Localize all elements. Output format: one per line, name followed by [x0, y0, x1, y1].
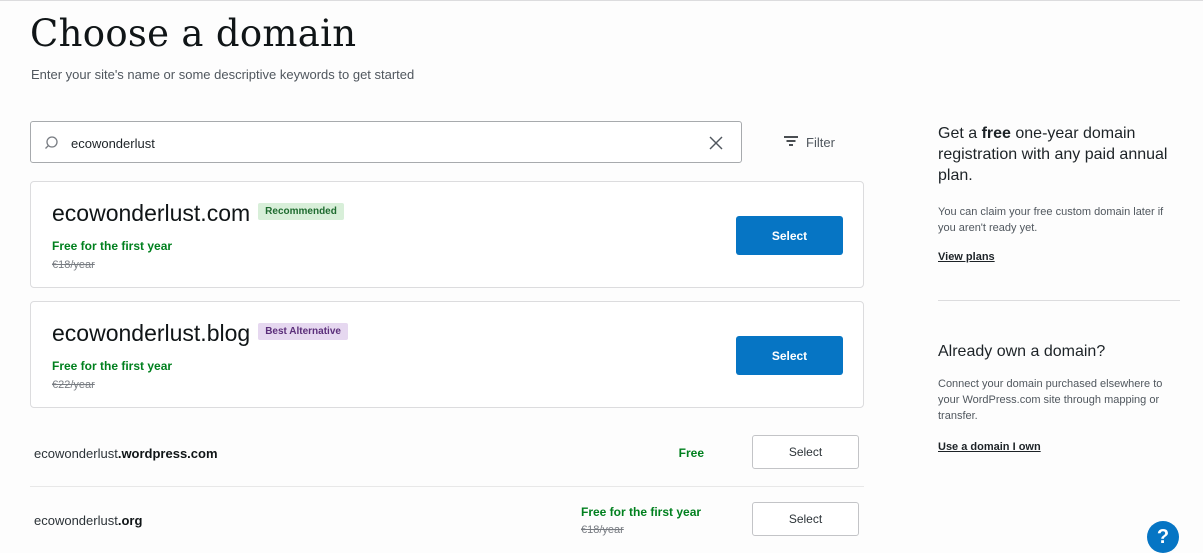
select-button[interactable]: Select: [736, 216, 843, 255]
domain-search-box: [30, 121, 742, 163]
domain-search-input[interactable]: [71, 132, 691, 154]
filter-icon: [783, 135, 799, 150]
old-price: €18/year: [52, 259, 95, 271]
domain-name: ecowonderlust.wordpress.com: [34, 446, 218, 461]
promo-heading-part: Get a: [938, 125, 982, 142]
domain-name: ecowonderlust.blog Best Alternative: [52, 320, 348, 347]
price-note: Free for the first year: [52, 359, 173, 373]
use-own-domain-link[interactable]: Use a domain I own: [938, 441, 1041, 453]
filter-label: Filter: [806, 134, 835, 150]
domain-result-row: ecowonderlust.org Free for the first yea…: [30, 487, 864, 553]
domain-base: ecowonderlust: [34, 513, 118, 528]
clear-search-icon[interactable]: [707, 134, 725, 152]
domain-tld: .org: [117, 513, 143, 528]
best-alternative-badge: Best Alternative: [258, 323, 348, 341]
select-button[interactable]: Select: [752, 502, 859, 536]
select-button[interactable]: Select: [736, 336, 843, 375]
price-note: Free for the first year: [52, 239, 173, 253]
domain-result-row: ecowonderlust.wordpress.com Free Select: [30, 420, 864, 486]
top-divider: [0, 0, 1203, 1]
old-price: €18/year: [581, 524, 624, 536]
featured-domain-card: ecowonderlust.blog Best Alternative Free …: [30, 301, 864, 408]
domain-name: ecowonderlust.org: [34, 513, 142, 528]
filter-button[interactable]: Filter: [754, 121, 864, 163]
page-subtitle: Enter your site's name or some descripti…: [31, 67, 415, 82]
help-button[interactable]: ?: [1147, 521, 1179, 553]
own-domain-heading: Already own a domain?: [938, 343, 1106, 360]
search-icon: [43, 134, 61, 152]
promo-text: You can claim your free custom domain la…: [938, 206, 1164, 234]
domain-base: ecowonderlust: [34, 446, 118, 461]
price: Free for the first year: [581, 505, 702, 519]
page-title: Choose a domain: [30, 12, 357, 55]
promo-heading: Get a free one-year domain registration …: [938, 123, 1183, 186]
featured-domain-card: ecowonderlust.com Recommended Free for th…: [30, 181, 864, 288]
domain-name: ecowonderlust.com Recommended: [52, 200, 344, 227]
sidebar-divider: [938, 300, 1180, 301]
help-icon: ?: [1156, 525, 1170, 548]
view-plans-link[interactable]: View plans: [938, 251, 995, 263]
price: Free: [678, 446, 704, 460]
old-price: €22/year: [52, 379, 95, 391]
select-button[interactable]: Select: [752, 435, 859, 469]
own-domain-text: Connect your domain purchased elsewhere …: [938, 378, 1163, 422]
domain-name-text: ecowonderlust.blog: [52, 320, 251, 346]
recommended-badge: Recommended: [258, 203, 344, 221]
domain-name-text: ecowonderlust.com: [52, 200, 251, 226]
promo-heading-bold: free: [981, 125, 1011, 142]
domain-tld: .wordpress.com: [117, 446, 218, 461]
